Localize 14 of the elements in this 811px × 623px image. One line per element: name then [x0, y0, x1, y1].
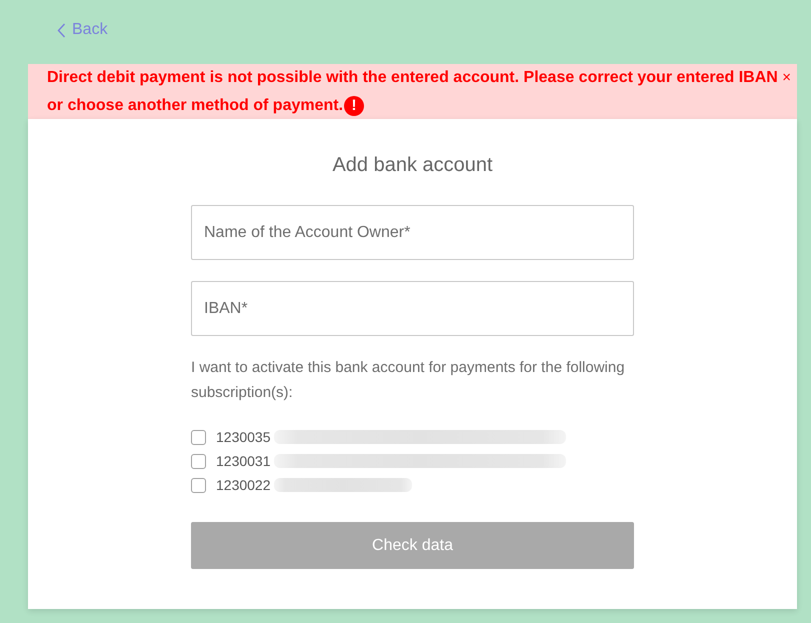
subscription-number: 1230031 [216, 453, 271, 469]
input-field[interactable]: Name of the Account Owner* [191, 205, 634, 260]
subscription-number: 1230035 [216, 429, 271, 445]
checkbox[interactable] [191, 478, 206, 492]
chevron-left-icon [57, 22, 66, 38]
back-link[interactable]: Back [57, 20, 108, 40]
checkbox[interactable] [191, 430, 206, 444]
checkbox[interactable] [191, 454, 206, 468]
subscriptions-intro: I want to activate this bank account for payments for the following subscription(s): [191, 358, 626, 403]
input-field[interactable]: IBAN* [191, 281, 634, 336]
error-message: Direct debit payment is not possible with the entered account. Please correct your entered IBAN or choose another method of payment. ! [47, 68, 779, 118]
subscription-number: 1230022 [216, 477, 271, 493]
form-title: Add bank account [332, 153, 493, 178]
close-button[interactable]: × [782, 69, 791, 87]
